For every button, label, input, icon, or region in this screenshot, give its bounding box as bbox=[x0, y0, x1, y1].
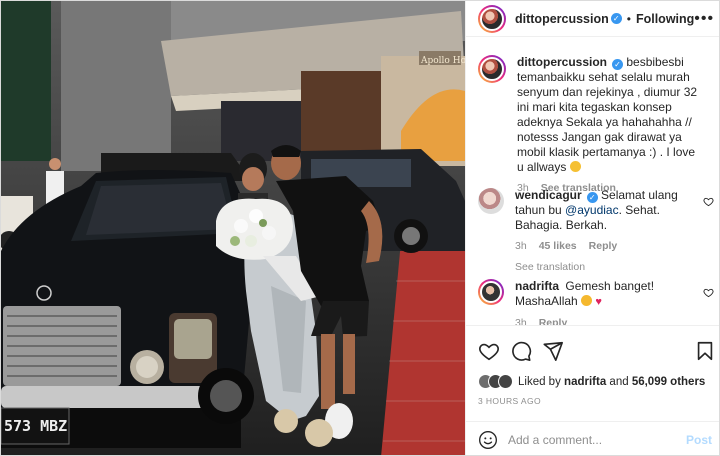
caption-avatar[interactable] bbox=[478, 55, 506, 83]
verified-icon: ✓ bbox=[612, 59, 624, 70]
post-comment-button[interactable]: Post bbox=[686, 433, 712, 447]
commenter-avatar-image bbox=[480, 281, 502, 303]
likes-first-user[interactable]: nadrifta bbox=[564, 376, 606, 388]
following-button[interactable]: Following bbox=[636, 12, 694, 26]
smiling-face-emoji-icon bbox=[569, 161, 581, 172]
caption-item: dittopercussion ✓ besbibesbi temanbaikku … bbox=[478, 55, 714, 196]
comments-list[interactable]: dittopercussion ✓ besbibesbi temanbaikku … bbox=[466, 37, 719, 325]
commenter-avatar[interactable] bbox=[478, 188, 504, 214]
author-username[interactable]: dittopercussion bbox=[515, 12, 609, 26]
liker-avatar bbox=[498, 374, 513, 389]
comment-meta: 3h Reply bbox=[515, 316, 701, 325]
comment-icon[interactable] bbox=[510, 340, 532, 362]
comment-username[interactable]: nadrifta bbox=[515, 279, 559, 293]
comment-item: wendicagur ✓ Selamat ulang tahun bu @ayud… bbox=[478, 188, 714, 275]
separator-dot: • bbox=[626, 11, 631, 26]
caption-avatar-image bbox=[480, 57, 504, 81]
comment-reply-button[interactable]: Reply bbox=[589, 239, 618, 254]
likers-avatars bbox=[478, 374, 513, 389]
license-plate: 573 MBZ bbox=[4, 417, 67, 435]
author-name-group: dittopercussion ✓ • Following bbox=[515, 12, 694, 26]
action-icons bbox=[478, 340, 714, 362]
comment-body: wendicagur ✓ Selamat ulang tahun bu @ayud… bbox=[515, 188, 701, 275]
hotel-sign: Apollo Hotel bbox=[420, 56, 465, 66]
verified-icon: ✓ bbox=[610, 13, 622, 24]
comment-time: 3h bbox=[515, 240, 527, 252]
comment-time: 3h bbox=[515, 317, 527, 325]
likes-others-count[interactable]: 56,099 others bbox=[632, 376, 706, 388]
heart-icon[interactable] bbox=[478, 340, 500, 362]
comment-username[interactable]: wendicagur bbox=[515, 188, 582, 202]
comment-likes-count[interactable]: 45 likes bbox=[539, 239, 577, 254]
emoji-icon[interactable] bbox=[478, 430, 498, 450]
heart-icon[interactable] bbox=[703, 287, 714, 298]
heart-eyes-emoji-icon bbox=[581, 295, 593, 306]
caption-username[interactable]: dittopercussion bbox=[517, 55, 607, 69]
comment-reply-button[interactable]: Reply bbox=[539, 316, 568, 325]
comment-meta: 3h 45 likes Reply bbox=[515, 239, 701, 254]
red-heart-emoji-icon: ♥ bbox=[595, 296, 602, 308]
post-time-ago: 3 HOURS AGO bbox=[478, 396, 541, 406]
comment-item: nadrifta Gemesh banget! MashaAllah ♥ 3h … bbox=[478, 279, 714, 325]
add-comment-bar: Post bbox=[466, 421, 719, 455]
comment-input[interactable] bbox=[508, 432, 686, 447]
author-avatar[interactable] bbox=[478, 4, 506, 33]
instagram-post-window: Apollo Hotel bbox=[0, 0, 720, 456]
post-header: dittopercussion ✓ • Following ••• bbox=[466, 1, 719, 37]
post-sidebar: dittopercussion ✓ • Following ••• dittop… bbox=[465, 1, 719, 455]
post-photo[interactable]: Apollo Hotel bbox=[1, 1, 465, 455]
photo-illustration: Apollo Hotel bbox=[1, 1, 465, 455]
commenter-avatar[interactable] bbox=[478, 279, 504, 305]
comment-see-translation[interactable]: See translation bbox=[515, 260, 701, 275]
comment-body: nadrifta Gemesh banget! MashaAllah ♥ 3h … bbox=[515, 279, 701, 325]
verified-icon: ✓ bbox=[586, 192, 598, 203]
share-icon[interactable] bbox=[542, 340, 564, 362]
likes-summary[interactable]: Liked by nadrifta and 56,099 others bbox=[478, 374, 705, 389]
caption-text: besbibesbi temanbaikku sehat selalu mura… bbox=[517, 55, 698, 174]
caption-body: dittopercussion ✓ besbibesbi temanbaikku … bbox=[517, 55, 703, 196]
bookmark-icon[interactable] bbox=[694, 340, 716, 362]
more-icon[interactable]: ••• bbox=[694, 10, 714, 28]
comment-mention-link[interactable]: @ayudiac bbox=[565, 203, 619, 217]
likes-prefix: Liked by bbox=[518, 375, 561, 388]
likes-connector: and bbox=[609, 375, 629, 388]
heart-icon[interactable] bbox=[703, 196, 714, 207]
post-actions: Liked by nadrifta and 56,099 others bbox=[466, 325, 719, 397]
author-avatar-image bbox=[480, 6, 504, 31]
